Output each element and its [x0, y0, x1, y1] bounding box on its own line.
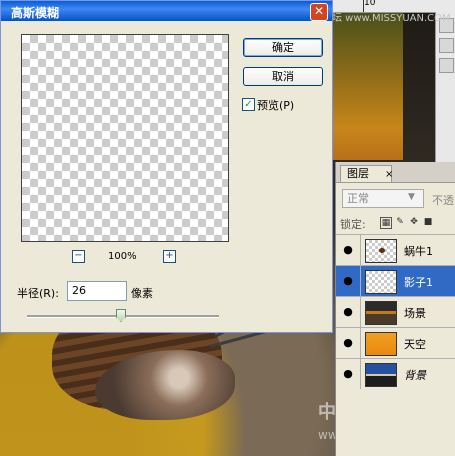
layer-thumbnail — [365, 332, 397, 356]
close-icon[interactable]: ✕ — [310, 3, 328, 21]
brush-lock-icon[interactable]: ✎ — [395, 217, 405, 227]
divider — [360, 266, 361, 296]
move-lock-icon[interactable]: ✥ — [409, 217, 419, 227]
layers-tabbar: 图层 × — [336, 162, 455, 183]
layer-row[interactable]: ● 场景 — [336, 296, 455, 327]
eye-icon[interactable]: ● — [341, 275, 355, 287]
layer-name: 蜗牛1 — [404, 245, 433, 258]
eye-icon[interactable]: ● — [341, 368, 355, 380]
dialog-title: 高斯模糊 — [11, 6, 60, 20]
divider — [360, 235, 361, 265]
canvas-sky-area — [333, 0, 403, 160]
layer-name: 场景 — [404, 307, 426, 320]
layer-thumbnail — [365, 301, 397, 325]
tab-layers[interactable]: 图层 × — [340, 165, 393, 183]
eye-icon[interactable]: ● — [341, 306, 355, 318]
preview-checkbox[interactable]: ✓ — [242, 98, 255, 111]
layer-name: 背景 — [404, 369, 426, 382]
radius-input[interactable]: 26 — [67, 281, 127, 301]
layer-row[interactable]: ● 天空 — [336, 327, 455, 358]
preview-pane[interactable] — [21, 34, 229, 242]
radius-unit-label: 像素 — [131, 287, 153, 300]
layer-name: 天空 — [404, 338, 426, 351]
layer-row[interactable]: ● 蜗牛1 — [336, 234, 455, 265]
opacity-label: 不透 — [432, 194, 454, 207]
cancel-button[interactable]: 取消 — [243, 67, 323, 86]
snail-thumbnail-mark — [379, 248, 385, 253]
preview-label[interactable]: 预览(P) — [257, 97, 294, 113]
layer-thumbnail — [365, 363, 397, 387]
layer-row[interactable]: ● 影子1 — [336, 265, 455, 296]
tab-label: 图层 — [347, 167, 369, 180]
eye-icon[interactable]: ● — [341, 244, 355, 256]
dialog-titlebar[interactable]: 高斯模糊 ✕ — [1, 1, 332, 21]
radius-slider-thumb[interactable] — [116, 309, 126, 322]
divider — [360, 328, 361, 358]
zoom-out-icon[interactable]: − — [72, 250, 85, 263]
divider — [360, 359, 361, 389]
lock-label: 锁定: — [340, 218, 366, 231]
chevron-down-icon[interactable]: ▼ — [408, 192, 415, 202]
zoom-in-icon[interactable]: + — [163, 250, 176, 263]
layer-name: 影子1 — [404, 276, 433, 289]
tool-strip — [435, 12, 455, 162]
layer-row[interactable]: ● 背景 — [336, 358, 455, 389]
lock-transparent-icon[interactable]: ▦ — [380, 217, 392, 229]
layer-thumbnail — [365, 270, 397, 294]
ok-button[interactable]: 确定 — [243, 38, 323, 57]
radius-label: 半径(R): — [17, 287, 59, 300]
divider — [360, 297, 361, 327]
tool-button[interactable] — [439, 38, 454, 53]
checkmark-icon: ✓ — [244, 99, 253, 110]
tool-button[interactable] — [439, 58, 454, 73]
gaussian-blur-dialog: 高斯模糊 ✕ 确定 取消 ✓ 预览(P) − 100% + 半径(R): 26 … — [0, 0, 333, 333]
ruler-number: 10 — [364, 0, 376, 8]
layer-thumbnail — [365, 239, 397, 263]
eye-icon[interactable]: ● — [341, 337, 355, 349]
layers-panel: 图层 × 正常 ▼ 不透 锁定: ▦ ✎ ✥ ■ ● 蜗牛1 ● 影子1 ● 场… — [335, 162, 455, 456]
zoom-level: 100% — [108, 251, 137, 262]
lock-icon[interactable]: ■ — [423, 217, 433, 227]
close-icon[interactable]: × — [385, 167, 393, 183]
